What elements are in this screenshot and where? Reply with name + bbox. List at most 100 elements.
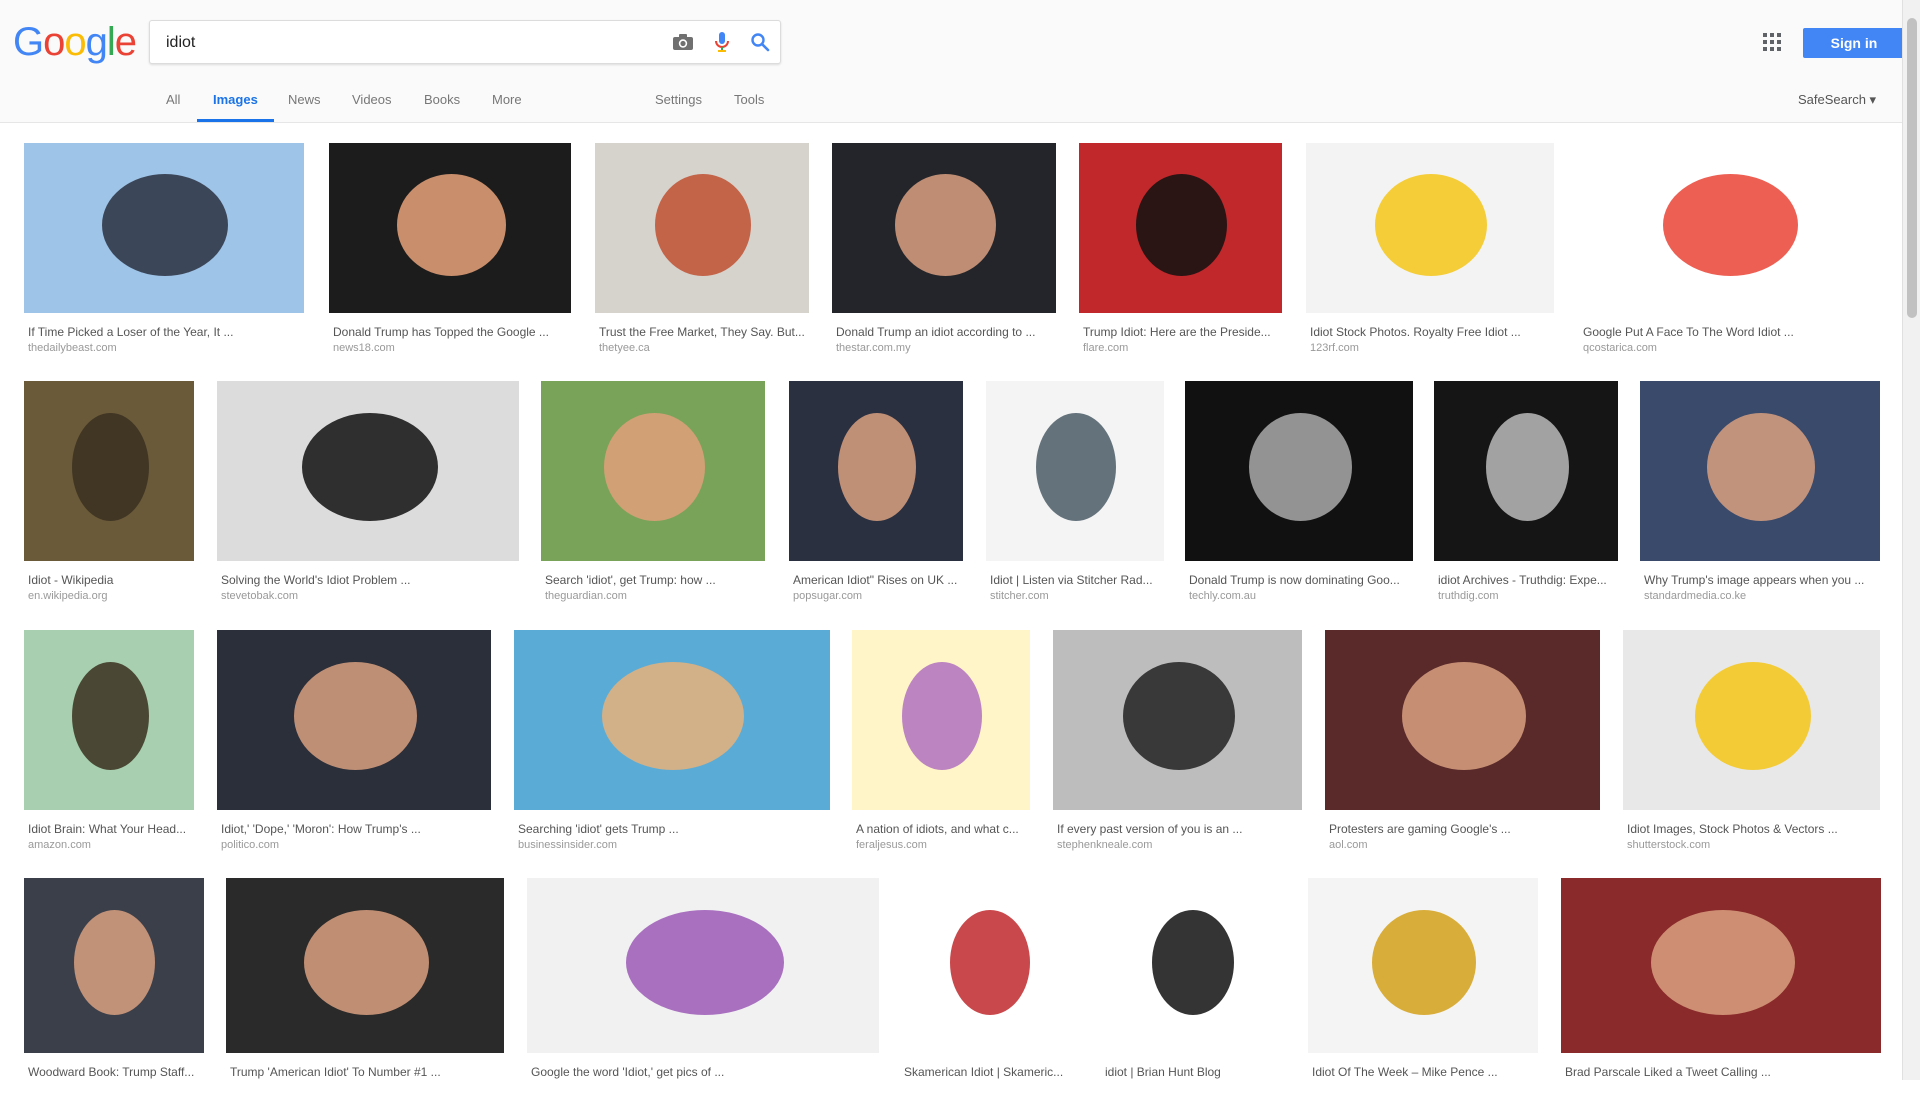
- image-result[interactable]: Google Put A Face To The Word Idiot ... q…: [1579, 143, 1879, 355]
- result-caption[interactable]: Idiot,' 'Dope,' 'Moron': How Trump's ...: [221, 822, 487, 836]
- tab-news[interactable]: News: [288, 92, 321, 107]
- scrollbar-thumb[interactable]: [1907, 18, 1917, 318]
- image-result[interactable]: Why Trump's image appears when you ... st…: [1640, 381, 1880, 603]
- image-result[interactable]: Idiot - Wikipedia en.wikipedia.org: [24, 381, 194, 603]
- image-result[interactable]: Protesters are gaming Google's ... aol.co…: [1325, 630, 1600, 852]
- result-caption[interactable]: Idiot - Wikipedia: [28, 573, 190, 587]
- tab-images[interactable]: Images: [213, 92, 258, 107]
- result-caption[interactable]: Google Put A Face To The Word Idiot ...: [1583, 325, 1875, 339]
- microphone-icon[interactable]: [714, 31, 730, 53]
- image-thumbnail[interactable]: [789, 381, 963, 561]
- result-caption[interactable]: Skamerican Idiot | Skameric...: [904, 1065, 1074, 1079]
- image-result[interactable]: Woodward Book: Trump Staff...: [24, 878, 204, 1095]
- image-result[interactable]: Idiot Of The Week – Mike Pence ...: [1308, 878, 1538, 1095]
- result-caption[interactable]: Idiot Brain: What Your Head...: [28, 822, 190, 836]
- result-caption[interactable]: American Idiot" Rises on UK ...: [793, 573, 959, 587]
- tab-videos[interactable]: Videos: [352, 92, 392, 107]
- image-thumbnail[interactable]: [832, 143, 1056, 313]
- image-thumbnail[interactable]: [852, 630, 1030, 810]
- image-thumbnail[interactable]: [1325, 630, 1600, 810]
- result-caption[interactable]: idiot Archives - Truthdig: Expe...: [1438, 573, 1614, 587]
- image-thumbnail[interactable]: [1079, 143, 1282, 313]
- search-icon[interactable]: [750, 32, 770, 52]
- image-result[interactable]: Idiot Brain: What Your Head... amazon.com: [24, 630, 194, 852]
- result-caption[interactable]: idiot | Brian Hunt Blog: [1105, 1065, 1279, 1079]
- image-result[interactable]: A nation of idiots, and what c... feralje…: [852, 630, 1030, 852]
- result-caption[interactable]: Donald Trump is now dominating Goo...: [1189, 573, 1409, 587]
- result-caption[interactable]: Why Trump's image appears when you ...: [1644, 573, 1876, 587]
- image-thumbnail[interactable]: [541, 381, 765, 561]
- image-thumbnail[interactable]: [1434, 381, 1618, 561]
- image-result[interactable]: Trump Idiot: Here are the Preside... flar…: [1079, 143, 1282, 355]
- image-thumbnail[interactable]: [1053, 630, 1302, 810]
- image-result[interactable]: Skamerican Idiot | Skameric...: [900, 878, 1078, 1095]
- safesearch-dropdown[interactable]: SafeSearch ▾: [1798, 92, 1876, 108]
- image-thumbnail[interactable]: [1306, 143, 1554, 313]
- image-result[interactable]: Donald Trump is now dominating Goo... tec…: [1185, 381, 1413, 603]
- image-result[interactable]: If Time Picked a Loser of the Year, It .…: [24, 143, 304, 355]
- result-caption[interactable]: Woodward Book: Trump Staff...: [28, 1065, 200, 1079]
- tab-tools[interactable]: Tools: [734, 92, 764, 107]
- image-thumbnail[interactable]: [1640, 381, 1880, 561]
- result-caption[interactable]: Donald Trump an idiot according to ...: [836, 325, 1052, 339]
- image-result[interactable]: American Idiot" Rises on UK ... popsugar.…: [789, 381, 963, 603]
- camera-icon[interactable]: [672, 33, 694, 51]
- result-caption[interactable]: A nation of idiots, and what c...: [856, 822, 1026, 836]
- image-result[interactable]: Trust the Free Market, They Say. But... t…: [595, 143, 809, 355]
- image-thumbnail[interactable]: [527, 878, 879, 1053]
- result-caption[interactable]: If Time Picked a Loser of the Year, It .…: [28, 325, 300, 339]
- image-result[interactable]: Solving the World's Idiot Problem ... ste…: [217, 381, 519, 603]
- result-caption[interactable]: Brad Parscale Liked a Tweet Calling ...: [1565, 1065, 1877, 1079]
- result-caption[interactable]: If every past version of you is an ...: [1057, 822, 1298, 836]
- image-thumbnail[interactable]: [226, 878, 504, 1053]
- image-thumbnail[interactable]: [1561, 878, 1881, 1053]
- tab-books[interactable]: Books: [424, 92, 460, 107]
- sign-in-button[interactable]: Sign in: [1803, 28, 1905, 58]
- result-caption[interactable]: Search 'idiot', get Trump: how ...: [545, 573, 761, 587]
- image-thumbnail[interactable]: [1101, 878, 1283, 1053]
- image-thumbnail[interactable]: [217, 381, 519, 561]
- result-caption[interactable]: Trust the Free Market, They Say. But...: [599, 325, 805, 339]
- image-result[interactable]: Idiot Images, Stock Photos & Vectors ...…: [1623, 630, 1880, 852]
- search-input[interactable]: [164, 21, 628, 65]
- image-thumbnail[interactable]: [1623, 630, 1880, 810]
- image-thumbnail[interactable]: [986, 381, 1164, 561]
- tab-settings[interactable]: Settings: [655, 92, 702, 107]
- result-caption[interactable]: Trump Idiot: Here are the Preside...: [1083, 325, 1278, 339]
- image-thumbnail[interactable]: [24, 630, 194, 810]
- image-result[interactable]: Idiot | Listen via Stitcher Rad... stitch…: [986, 381, 1164, 603]
- result-caption[interactable]: Idiot Stock Photos. Royalty Free Idiot .…: [1310, 325, 1550, 339]
- image-thumbnail[interactable]: [24, 878, 204, 1053]
- apps-grid-icon[interactable]: [1763, 33, 1781, 51]
- image-result[interactable]: idiot Archives - Truthdig: Expe... truthd…: [1434, 381, 1618, 603]
- image-thumbnail[interactable]: [329, 143, 571, 313]
- image-thumbnail[interactable]: [24, 143, 304, 313]
- image-result[interactable]: Donald Trump an idiot according to ... th…: [832, 143, 1056, 355]
- result-caption[interactable]: Idiot Images, Stock Photos & Vectors ...: [1627, 822, 1876, 836]
- result-caption[interactable]: Searching 'idiot' gets Trump ...: [518, 822, 826, 836]
- image-result[interactable]: Google the word 'Idiot,' get pics of ...: [527, 878, 879, 1095]
- image-thumbnail[interactable]: [1579, 143, 1879, 313]
- image-result[interactable]: idiot | Brian Hunt Blog: [1101, 878, 1283, 1095]
- image-result[interactable]: If every past version of you is an ... st…: [1053, 630, 1302, 852]
- image-thumbnail[interactable]: [24, 381, 194, 561]
- result-caption[interactable]: Solving the World's Idiot Problem ...: [221, 573, 515, 587]
- image-result[interactable]: Idiot,' 'Dope,' 'Moron': How Trump's ...…: [217, 630, 491, 852]
- image-thumbnail[interactable]: [900, 878, 1078, 1053]
- result-caption[interactable]: Protesters are gaming Google's ...: [1329, 822, 1596, 836]
- google-logo[interactable]: Google: [13, 20, 137, 65]
- image-thumbnail[interactable]: [1185, 381, 1413, 561]
- result-caption[interactable]: Idiot | Listen via Stitcher Rad...: [990, 573, 1160, 587]
- image-thumbnail[interactable]: [514, 630, 830, 810]
- tab-all[interactable]: All: [166, 92, 180, 107]
- result-caption[interactable]: Google the word 'Idiot,' get pics of ...: [531, 1065, 875, 1079]
- image-result[interactable]: Trump 'American Idiot' To Number #1 ...: [226, 878, 504, 1095]
- image-result[interactable]: Searching 'idiot' gets Trump ... business…: [514, 630, 830, 852]
- image-thumbnail[interactable]: [595, 143, 809, 313]
- image-result[interactable]: Donald Trump has Topped the Google ... ne…: [329, 143, 571, 355]
- result-caption[interactable]: Trump 'American Idiot' To Number #1 ...: [230, 1065, 500, 1079]
- result-caption[interactable]: Idiot Of The Week – Mike Pence ...: [1312, 1065, 1534, 1079]
- image-thumbnail[interactable]: [217, 630, 491, 810]
- scrollbar[interactable]: [1902, 0, 1920, 1080]
- result-caption[interactable]: Donald Trump has Topped the Google ...: [333, 325, 567, 339]
